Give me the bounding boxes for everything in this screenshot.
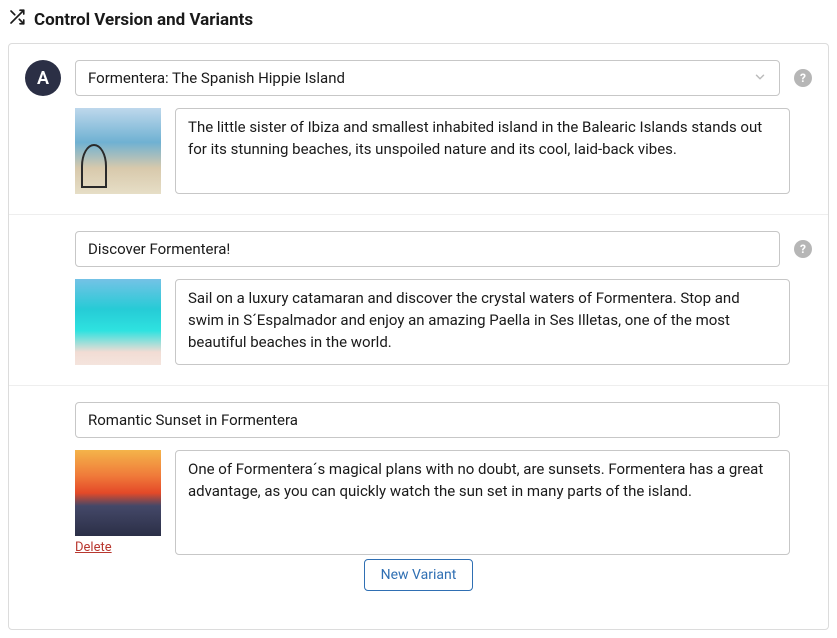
- variant-description-input[interactable]: [175, 279, 790, 365]
- shuffle-icon: [8, 8, 26, 31]
- variant-c: C Delete New Variant: [9, 385, 828, 629]
- variants-panel: A Formentera: The Spanish Hippie Island …: [8, 43, 829, 630]
- variant-title-select[interactable]: Formentera: The Spanish Hippie Island: [75, 60, 780, 96]
- variant-badge-a: A: [25, 60, 61, 96]
- variant-title-input[interactable]: [75, 231, 780, 267]
- variant-a: A Formentera: The Spanish Hippie Island …: [9, 44, 828, 214]
- variant-description-input[interactable]: [175, 108, 790, 194]
- section-title: Control Version and Variants: [34, 10, 253, 30]
- variant-description-input[interactable]: [175, 450, 790, 555]
- help-icon[interactable]: ?: [794, 69, 812, 87]
- variant-thumbnail[interactable]: [75, 108, 161, 194]
- variant-badge-c: C: [25, 402, 61, 438]
- variant-title-text: Formentera: The Spanish Hippie Island: [88, 69, 345, 87]
- variant-b: B ?: [9, 214, 828, 385]
- chevron-down-icon: [753, 70, 767, 87]
- variant-thumbnail[interactable]: [75, 279, 161, 365]
- variant-thumbnail[interactable]: [75, 450, 161, 536]
- help-icon[interactable]: ?: [794, 240, 812, 258]
- variant-title-input[interactable]: [75, 402, 780, 438]
- new-variant-button[interactable]: New Variant: [364, 559, 474, 591]
- variant-badge-b: B: [25, 231, 61, 267]
- delete-variant-link[interactable]: Delete: [75, 540, 161, 555]
- section-header: Control Version and Variants: [8, 8, 829, 31]
